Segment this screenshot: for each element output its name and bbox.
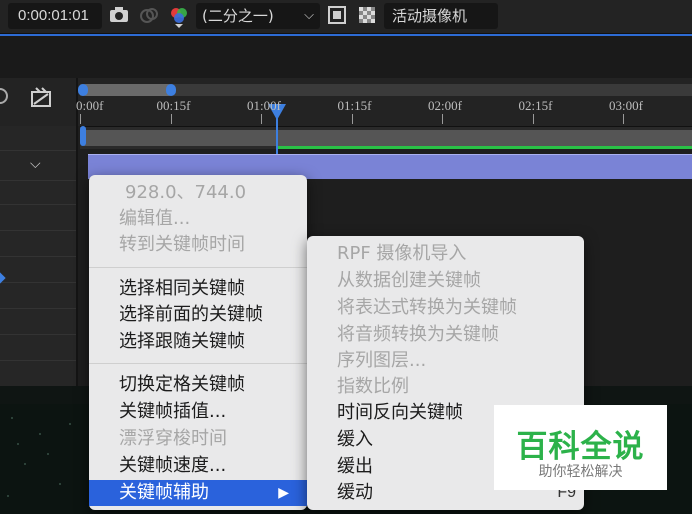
menu-item-keyframe-value: 928.0、744.0 [125,182,247,203]
menu-separator [89,363,307,364]
panel-divider[interactable] [76,78,78,388]
show-snapshot-icon[interactable] [138,6,160,26]
ruler-tick-label: 0:00f [76,98,104,113]
resolution-value: (二分之一) [202,7,274,25]
ruler-tick-mark [442,114,443,124]
camera-select[interactable]: 活动摄像机 [384,3,498,29]
frame-blending-icon[interactable] [30,86,54,112]
ruler-tick-label: 03:00f [609,98,643,113]
menu-item-exponential-scale: 指数比例 [337,376,409,397]
menu-item-keyframe-velocity[interactable]: 关键帧速度... [89,453,307,479]
menu-item-select-previous-keyframes[interactable]: 选择前面的关键帧 [89,302,307,328]
viewer-toolbar: 0:00:01:01 (二分之一) ⌵ 活动摄像机 [0,0,692,34]
menu-item-select-following-keyframes[interactable]: 选择跟随关键帧 [89,329,307,355]
menu-item-convert-audio-to-keyframes: 将音频转换为关键帧 [337,324,499,345]
ruler-tick-mark [623,114,624,124]
layer-panel: ⌵ [0,126,76,386]
ruler-tick-label: 01:15f [337,98,372,113]
menu-item-goto-keyframe-time: 转到关键帧时间 [119,234,245,255]
region-of-interest-icon[interactable] [326,6,348,26]
menu-item-rpf-camera-import: RPF 摄像机导入 [337,243,467,264]
resolution-select[interactable]: (二分之一) ⌵ [196,3,320,29]
ruler-tick-mark [170,114,172,124]
time-navigator-range[interactable] [80,84,174,96]
ruler-tick-label: 02:15f [518,98,553,113]
render-cache-indicator [276,146,692,149]
menu-item-edit-value: 编辑值... [119,208,191,229]
navigator-start-handle[interactable] [78,84,88,96]
ruler-tick-mark [80,114,81,124]
chevron-down-icon[interactable]: ⌵ [30,156,41,172]
watermark-logo: 百科全说 助你轻松解决 [494,405,667,490]
ruler-tick-mark [351,114,353,124]
chevron-down-icon: ⌵ [304,8,314,23]
watermark-subtitle: 助你轻松解决 [538,464,623,480]
ruler-tick-mark [261,114,262,124]
menu-item-easy-ease-label: 缓动 [337,482,373,503]
ruler-tick-label: 02:00f [428,98,462,113]
menu-item-create-keyframes-from-data: 从数据创建关键帧 [337,270,481,291]
menu-item-toggle-hold-keyframe[interactable]: 切换定格关键帧 [89,372,307,398]
submenu-arrow-icon: ▶ [278,485,289,501]
color-channels-icon[interactable] [168,6,190,28]
navigator-end-handle[interactable] [166,84,176,96]
menu-item-keyframe-assistant-label: 关键帧辅助 [119,482,209,503]
menu-item-sequence-layers: 序列图层... [337,350,427,371]
ruler-tick-label: 00:15f [156,98,191,113]
menu-item-rove-across-time: 漂浮穿梭时间 [119,428,227,449]
menu-item-keyframe-assistant[interactable]: 关键帧辅助 ▶ [89,480,307,506]
watermark-title: 百科全说 [516,429,645,465]
keyframe-context-menu: 928.0、744.0 编辑值... 转到关键帧时间 选择相同关键帧 选择前面的… [89,175,307,510]
menu-item-convert-expression-to-keyframes: 将表达式转换为关键帧 [337,297,517,318]
menu-separator [89,267,307,268]
ruler-tick-label: 01:00f [247,98,281,113]
panel-gap [0,36,692,78]
work-area-start-handle[interactable] [80,126,86,146]
menu-item-keyframe-interpolation[interactable]: 关键帧插值... [89,399,307,425]
camera-snapshot-icon[interactable] [108,6,130,26]
menu-item-select-equal-keyframes[interactable]: 选择相同关键帧 [89,276,307,302]
work-area-range[interactable] [84,130,692,146]
timecode-field[interactable]: 0:00:01:01 [8,3,102,29]
transparency-grid-icon[interactable] [356,6,378,26]
ruler-tick-mark [532,114,534,124]
